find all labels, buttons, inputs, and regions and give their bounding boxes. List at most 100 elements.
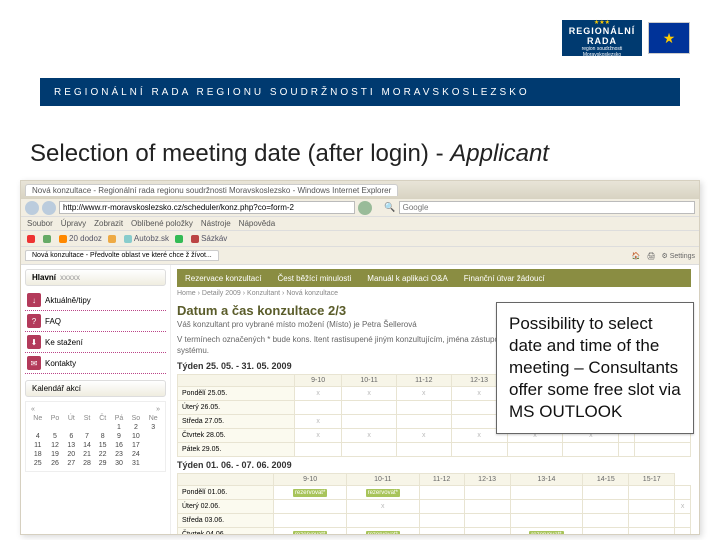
slot-empty [629,486,675,500]
day-label: Středa 27.05. [178,415,295,429]
slot-free[interactable]: rezervovat* [346,486,419,500]
main-nav-item[interactable]: Finanční útvar žádoucí [456,274,553,283]
slot-empty [342,443,397,457]
slot-empty [629,528,675,534]
slot-unavail: x [295,429,342,443]
main-nav: Rezervace konzultacíČest běžící minulost… [177,269,691,287]
eu-flag-icon: ★ [648,22,690,54]
slot-empty [583,500,629,514]
slot-unavail: x [396,387,451,401]
main-nav-item[interactable]: Manuál k aplikaci O&A [359,274,455,283]
sidebar: Hlavní xxxxx ↓ Aktuálně/tipy? FAQ ⬇ Ke staže… [21,265,171,534]
slot-empty [583,528,629,534]
sidebar-icon: ? [27,314,41,328]
header-bar: REGIONÁLNÍ RADA REGIONU SOUDRŽNOSTI MORA… [40,78,680,106]
doc-tab[interactable]: Nová konzultace - Předvolte oblast ve kt… [25,250,219,261]
sidebar-item-label: Ke stažení [45,338,83,347]
sidebar-item-label: Kontakty [45,359,76,368]
url-input[interactable] [59,201,355,214]
slot-empty [396,401,451,415]
slot-empty [346,514,419,528]
slot-free[interactable]: rezervovat* [510,528,583,534]
sidebar-item-label: FAQ [45,317,61,326]
window-title: Nová konzultace - Regionální rada region… [25,184,398,196]
cal-prev[interactable]: « [31,406,35,413]
slot-empty [507,443,563,457]
sidebar-calendar-title: Kalendář akcí [25,380,166,397]
refresh-button[interactable] [358,201,372,215]
slot-free[interactable]: rezervovat* [346,528,419,534]
slot-empty [464,486,510,500]
slot-empty [464,528,510,534]
menu-item[interactable]: Soubor [27,219,53,228]
sidebar-item[interactable]: ✉Kontakty [25,353,166,374]
toolbar-item[interactable]: Autobz.sk [124,234,169,243]
rr-stars-icon: ★★★ [594,19,610,26]
slot-free[interactable]: rezervovat* [274,486,347,500]
browser-menu: Soubor Úpravy Zobrazit Oblíbené položky … [21,217,699,231]
sidebar-item[interactable]: ⬇ Ke stažení [25,332,166,353]
schedule-table-week2[interactable]: 9-1010-1111-1212-1313-1414-1515-17Ponděl… [177,473,691,534]
browser-address-bar: 🔍 [21,199,699,217]
search-input[interactable] [399,201,695,214]
slot-empty [451,443,507,457]
slot-empty [675,514,691,528]
main-nav-item[interactable]: Rezervace konzultací [177,274,269,283]
regionalni-rada-logo: ★★★ REGIONÁLNÍ RADA region soudržnosti M… [562,20,642,56]
menu-item[interactable]: Oblíbené položky [131,219,193,228]
menu-item[interactable]: Nápověda [239,219,275,228]
toolbar-item[interactable] [175,235,185,243]
settings-link[interactable]: ⚙ Settings [661,252,695,260]
slot-empty [583,514,629,528]
mini-calendar-table[interactable]: NePoÚtStČtPáSoNe123456789101112131415161… [29,414,162,468]
slot-empty [629,500,675,514]
slot-free[interactable]: rezervovat* [274,528,347,534]
slot-empty [563,443,619,457]
top-logos: ★★★ REGIONÁLNÍ RADA region soudržnosti M… [562,20,690,56]
slot-empty [295,443,342,457]
slot-empty [675,486,691,500]
slot-empty [635,443,691,457]
day-label: Úterý 26.05. [178,401,295,415]
slot-empty [464,514,510,528]
print-icon[interactable]: 🖨 [647,252,656,260]
day-label: Úterý 02.06. [178,500,274,514]
toolbar-item[interactable]: 20 dodoz [59,234,102,243]
rr-sub: region soudržnosti Moravskoslezsko [564,46,640,58]
slot-empty [396,415,451,429]
slot-empty [510,486,583,500]
week2-label: Týden 01. 06. - 07. 06. 2009 [177,460,691,470]
day-label: Čtvrtek 28.05. [178,429,295,443]
toolbar-item[interactable] [108,235,118,243]
menu-item[interactable]: Zobrazit [94,219,123,228]
slot-empty [464,500,510,514]
menu-item[interactable]: Nástroje [201,219,231,228]
sidebar-icon: ⬇ [27,335,41,349]
mini-calendar[interactable]: « » NePoÚtStČtPáSoNe12345678910111213141… [25,401,166,472]
slot-empty [342,401,397,415]
sidebar-item[interactable]: ? FAQ [25,311,166,332]
slot-empty [675,528,691,534]
slot-empty [396,443,451,457]
day-label: Čtvrtek 04.06. [178,528,274,534]
cal-next[interactable]: » [156,406,160,413]
slot-unavail: x [295,415,342,429]
sidebar-item[interactable]: ↓ Aktuálně/tipy [25,290,166,311]
sidebar-icon: ↓ [27,293,41,307]
sidebar-head[interactable]: Hlavní xxxxx [25,269,166,286]
slot-unavail: x [346,500,419,514]
fwd-button[interactable] [42,201,56,215]
home-icon[interactable]: 🏠 [632,252,641,260]
sidebar-item-label: Aktuálně/tipy [45,296,91,305]
back-button[interactable] [25,201,39,215]
breadcrumb: Home › Detaily 2009 › Konzultant › Nová … [177,287,691,300]
slot-empty [419,528,464,534]
slot-empty [274,500,347,514]
toolbar-item[interactable] [43,235,53,243]
menu-item[interactable]: Úpravy [61,219,86,228]
toolbar-item[interactable] [27,235,37,243]
slot-empty [629,514,675,528]
day-label: Pátek 29.05. [178,443,295,457]
main-nav-item[interactable]: Čest běžící minulosti [269,274,359,283]
toolbar-item[interactable]: Sázkáv [191,234,227,243]
